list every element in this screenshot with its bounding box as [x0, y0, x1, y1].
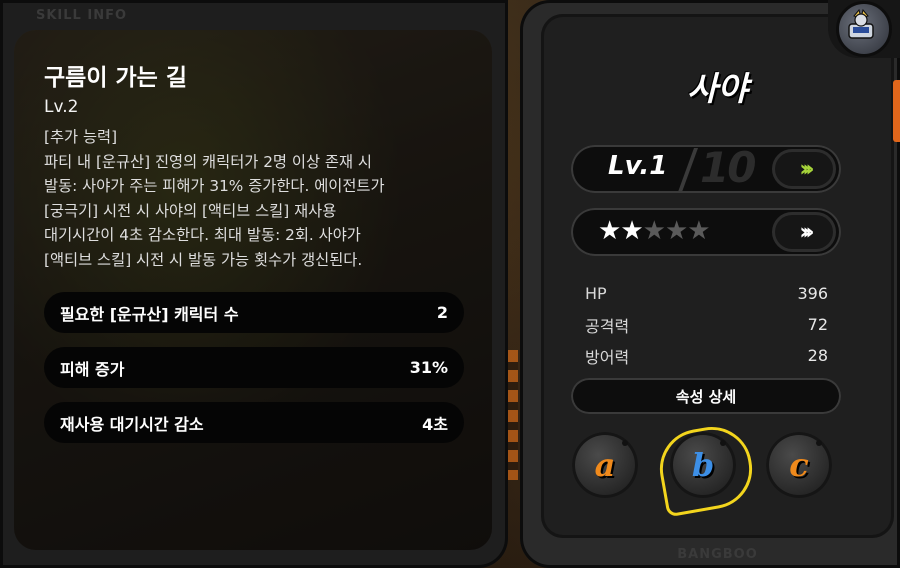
slot-c-button[interactable]: c: [766, 432, 832, 498]
attribute-detail-button[interactable]: 속성 상세: [571, 378, 841, 414]
rank-stars: ★★★★★: [598, 216, 711, 246]
level-up-arrows-icon: ›››: [799, 156, 814, 182]
star-empty-icon: ★: [642, 216, 666, 246]
bangboo-stats: HP 396 공격력 72 방어력 28: [585, 278, 828, 371]
stat-row-defense: 방어력 28: [585, 340, 828, 371]
stat-label: 공격력: [585, 316, 630, 336]
star-filled-icon: ★: [620, 216, 643, 246]
star-empty-icon: ★: [664, 216, 688, 246]
level-up-button[interactable]: ›››: [772, 149, 836, 189]
current-level: Lv.1: [608, 151, 668, 181]
skill-stat-value: 31%: [409, 358, 448, 377]
slot-c-icon: c: [789, 446, 809, 484]
star-filled-icon: ★: [598, 216, 621, 246]
stat-value: 28: [807, 346, 828, 365]
stat-row-attack: 공격력 72: [585, 309, 828, 340]
bangboo-name: 사야: [687, 69, 748, 108]
side-scroll-tab[interactable]: [893, 80, 900, 142]
skill-stat-label: 피해 증가: [60, 359, 125, 379]
stat-value: 72: [807, 315, 828, 334]
rank-up-button[interactable]: ›››: [772, 212, 836, 252]
stat-label: 방어력: [585, 347, 630, 367]
skill-stat-label: 필요한 [운규산] 캐릭터 수: [60, 304, 239, 324]
skill-info-header: SKILL INFO: [36, 8, 128, 23]
skill-info-card: 구름이 가는 길 Lv.2 [추가 능력] 파티 내 [운규산] 진영의 캐릭터…: [14, 30, 492, 550]
rank-up-arrows-icon: ›››: [799, 219, 814, 245]
skill-info-panel: SKILL INFO 구름이 가는 길 Lv.2 [추가 능력] 파티 내 [운…: [0, 0, 508, 568]
max-level: 10: [700, 143, 756, 192]
slot-a-button[interactable]: a: [572, 432, 638, 498]
skill-level: Lv.2: [44, 97, 79, 117]
star-empty-icon: ★: [687, 216, 710, 246]
skill-description: [추가 능력] 파티 내 [운규산] 진영의 캐릭터가 2명 이상 존재 시 발…: [44, 128, 385, 269]
stat-label: HP: [585, 284, 607, 303]
skill-stat-row: 피해 증가 31%: [44, 347, 464, 388]
bangboo-avatar[interactable]: [828, 0, 900, 58]
bangboo-footer: BANGBOO: [677, 547, 758, 562]
skill-stat-row: 필요한 [운규산] 캐릭터 수 2: [44, 292, 464, 333]
skill-stat-value: 4초: [422, 414, 448, 434]
bangboo-portrait-icon: [836, 1, 892, 57]
stat-row-hp: HP 396: [585, 278, 828, 309]
stat-value: 396: [797, 284, 828, 303]
skill-title: 구름이 가는 길: [44, 65, 187, 91]
slot-b-icon: b: [691, 446, 715, 484]
skill-stat-value: 2: [436, 303, 448, 322]
slot-b-button[interactable]: b: [670, 432, 736, 498]
skill-stat-label: 재사용 대기시간 감소: [60, 414, 204, 434]
skill-stat-row: 재사용 대기시간 감소 4초: [44, 402, 464, 443]
slot-a-icon: a: [594, 446, 616, 484]
